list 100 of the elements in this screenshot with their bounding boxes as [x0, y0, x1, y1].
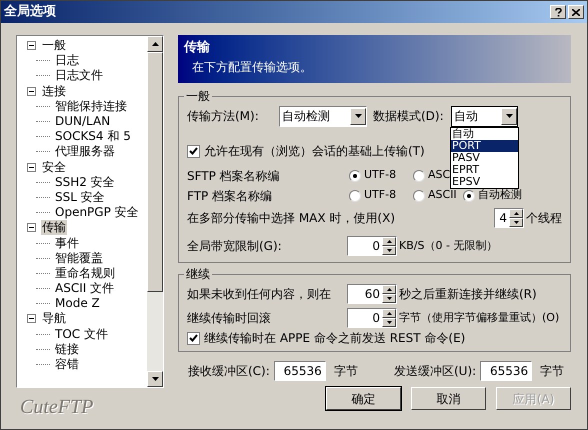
spin-up-button[interactable] — [382, 309, 396, 318]
spin-up-button[interactable] — [382, 285, 396, 294]
field-label: 继续传输时回滚 — [187, 310, 272, 327]
field-label: 数据模式(D): — [373, 108, 445, 125]
buffer-input[interactable]: 65536 — [480, 361, 532, 381]
radio-button[interactable] — [349, 190, 361, 202]
caret-icon — [354, 114, 362, 118]
unit-label: 秒之后重新连接并继续(R) — [399, 286, 537, 303]
down-arrow-icon — [152, 377, 158, 381]
up-arrow-icon — [386, 288, 392, 291]
checkbox[interactable] — [187, 332, 200, 344]
caret-icon — [506, 114, 512, 118]
field-label: 发送缓冲区(U): — [394, 363, 476, 380]
up-arrow-icon — [152, 42, 158, 46]
radio-button[interactable] — [463, 190, 475, 202]
tree-item[interactable]: 智能保持连接 — [54, 98, 128, 114]
dialog-button[interactable]: 确定 — [326, 387, 401, 410]
spinner-value: 0 — [371, 238, 381, 255]
dropdown-option[interactable]: EPSV — [451, 176, 518, 188]
scroll-down-button[interactable] — [147, 371, 163, 387]
spin-down-button[interactable] — [382, 294, 396, 303]
radio-button[interactable] — [349, 170, 361, 182]
tree-item[interactable]: ASCII 文件 — [54, 281, 116, 296]
unit-label: 个线程 — [526, 210, 562, 227]
dropdown-option[interactable]: EPRT — [451, 164, 518, 176]
radio-button[interactable] — [413, 170, 425, 182]
tree-item[interactable]: 日志 — [54, 53, 80, 68]
scroll-up-button[interactable] — [147, 36, 163, 52]
spin-down-button[interactable] — [382, 246, 396, 255]
radio-label: UTF-8 — [364, 167, 396, 184]
dropdown-option[interactable]: PASV — [451, 152, 518, 164]
radio-label: ASCII — [428, 187, 457, 204]
help-button[interactable] — [550, 5, 566, 19]
tree-item[interactable]: SSL 安全 — [54, 190, 106, 205]
number-spinner[interactable]: 0 — [347, 236, 397, 256]
collapse-icon[interactable] — [27, 41, 36, 50]
tree-item[interactable]: 事件 — [54, 236, 80, 251]
group-title: 一般 — [185, 88, 211, 105]
dropdown-option[interactable]: PORT — [451, 140, 518, 152]
tree-item[interactable]: 连接 — [41, 84, 67, 99]
spin-up-button[interactable] — [509, 209, 523, 218]
field-label: 接收缓冲区(C): — [188, 363, 270, 380]
tree-item[interactable]: 日志文件 — [54, 68, 104, 84]
number-spinner[interactable]: 0 — [347, 308, 397, 328]
spinner-value: 60 — [364, 286, 381, 303]
tree-item[interactable]: 安全 — [41, 160, 67, 175]
scrollbar[interactable] — [147, 36, 163, 387]
tree-item[interactable]: 重命名规则 — [54, 266, 116, 281]
tree-item[interactable]: 传输 — [41, 220, 67, 236]
radio-label: UTF-8 — [364, 187, 396, 204]
spin-down-button[interactable] — [509, 218, 523, 227]
field-label: FTP 档案名称编 — [187, 188, 274, 204]
logo: CuteFTP — [20, 395, 94, 420]
data-mode-dropdown[interactable]: 自动 — [451, 106, 518, 126]
number-spinner[interactable]: 4 — [494, 208, 524, 228]
spinner-value: 4 — [498, 210, 508, 227]
collapse-icon[interactable] — [27, 223, 36, 232]
tree-item[interactable]: TOC 文件 — [54, 326, 109, 342]
down-arrow-icon — [386, 297, 392, 300]
radio-button[interactable] — [413, 190, 425, 202]
spin-down-button[interactable] — [382, 318, 396, 327]
number-spinner[interactable]: 60 — [347, 284, 397, 304]
checkbox[interactable] — [187, 144, 200, 158]
tree-item[interactable]: 代理服务器 — [54, 144, 116, 160]
tree-item[interactable]: DUN/LAN — [54, 114, 112, 130]
tree-item[interactable]: OpenPGP 安全 — [54, 205, 140, 220]
tree-item[interactable]: 容错 — [54, 357, 80, 372]
window-title: 全局选项 — [4, 3, 57, 22]
close-icon — [572, 8, 580, 16]
spin-up-button[interactable] — [382, 237, 396, 246]
help-icon — [554, 8, 562, 16]
close-button[interactable] — [568, 5, 584, 19]
section-title: 传输 — [184, 39, 211, 57]
dialog-button[interactable]: 取消 — [411, 387, 486, 410]
transfer-method-dropdown[interactable]: 自动检测 — [279, 106, 367, 126]
tree-item[interactable]: 智能覆盖 — [54, 250, 104, 266]
tree-item[interactable]: 一般 — [41, 38, 67, 54]
up-arrow-icon — [386, 312, 392, 315]
scroll-thumb[interactable] — [147, 52, 163, 292]
tree-item[interactable]: SSH2 安全 — [54, 174, 116, 190]
collapse-icon[interactable] — [27, 314, 36, 324]
group-title: 继续 — [185, 266, 211, 283]
collapse-icon[interactable] — [27, 86, 36, 96]
checkbox-label: 继续传输时在 APPE 命令之前发送 REST 命令(E) — [204, 330, 466, 347]
field-label: 在多部分传输中选择 MAX 时，使用(X) — [187, 210, 396, 227]
dropdown-option[interactable]: 自动 — [451, 128, 518, 140]
up-arrow-icon — [514, 212, 518, 215]
radio-label: ASC — [428, 167, 450, 184]
checkbox-label: 允许在现有（浏览）会话的基础上传输(T) — [204, 143, 425, 160]
tree-item[interactable]: SOCKS4 和 5 — [54, 129, 132, 144]
down-arrow-icon — [386, 321, 392, 324]
buffer-input[interactable]: 65536 — [274, 361, 326, 381]
field-label: 如果未收到任何内容，则在 — [187, 286, 332, 303]
tree-item[interactable]: 链接 — [54, 342, 80, 357]
unit-label: 字节 — [540, 363, 564, 380]
tree-item[interactable]: Mode Z — [54, 296, 101, 312]
field-label: 传输方法(M): — [187, 108, 260, 125]
unit-label: KB/S（0 - 无限制） — [399, 238, 498, 254]
collapse-icon[interactable] — [27, 162, 36, 172]
tree-item[interactable]: 导航 — [41, 311, 67, 326]
